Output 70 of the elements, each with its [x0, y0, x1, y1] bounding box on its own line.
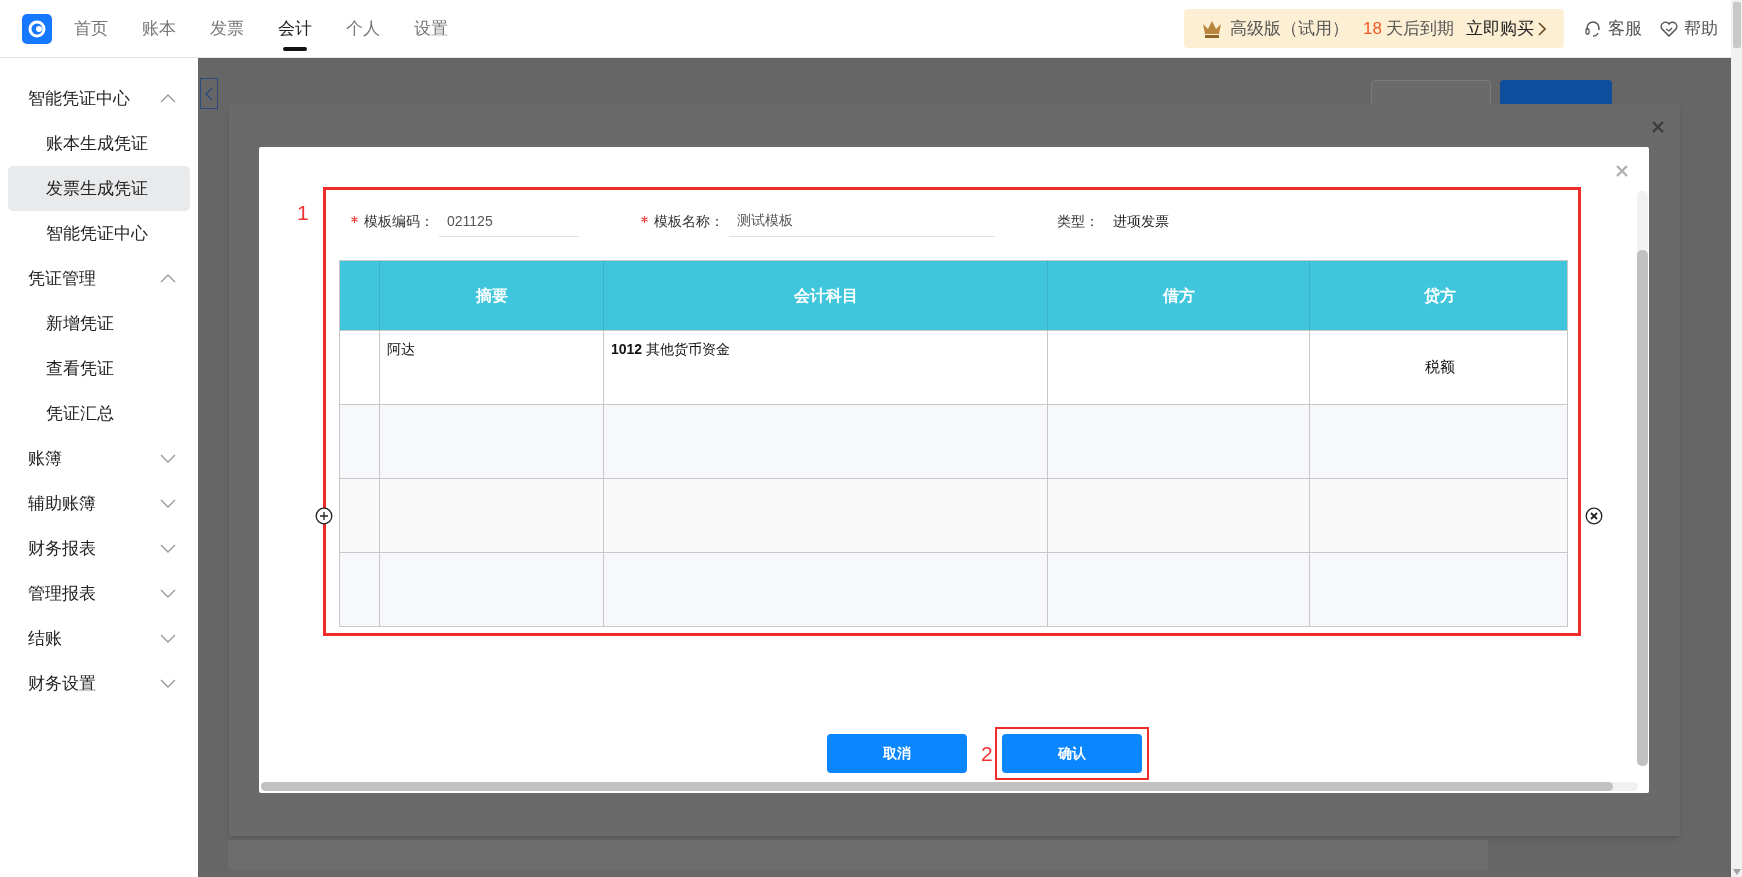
table-cell[interactable]: 1012 其他货币资金: [611, 339, 731, 360]
scroll-arrow-icon[interactable]: [1732, 869, 1741, 875]
edition-label: 高级版（试用）: [1230, 17, 1350, 40]
nav-tab[interactable]: 个人: [346, 0, 380, 58]
crown-icon: [1202, 19, 1223, 38]
chevron-right-icon: [1538, 21, 1546, 36]
chevron-down-icon: [160, 454, 176, 463]
annotation-number: 1: [297, 200, 309, 226]
sidebar-item[interactable]: 凭证汇总: [8, 391, 190, 436]
header-link[interactable]: 帮助: [1660, 15, 1718, 42]
chevron-down-icon: [160, 499, 176, 508]
collapse-tab[interactable]: [200, 78, 218, 109]
scrollbar[interactable]: [1731, 0, 1742, 877]
page-button[interactable]: [1500, 80, 1612, 104]
chevron-left-icon: [205, 86, 213, 101]
sidebar-group-label: 结账: [28, 627, 62, 650]
trial-banner[interactable]: 高级版（试用） 18 天后到期 立即购买: [1184, 9, 1564, 48]
nav-tab[interactable]: 首页: [74, 0, 108, 58]
close-icon[interactable]: [1615, 164, 1629, 178]
sidebar-group[interactable]: 账簿: [0, 436, 198, 481]
close-icon[interactable]: [1651, 120, 1665, 134]
dialog-button[interactable]: 取消: [827, 734, 967, 773]
app-logo[interactable]: [22, 13, 52, 44]
sidebar-group[interactable]: 管理报表: [0, 571, 198, 616]
table-cell[interactable]: 阿达: [387, 339, 415, 360]
field-value: 进项发票: [1113, 212, 1169, 231]
sidebar-group-label: 账簿: [28, 447, 62, 470]
table-cell[interactable]: 税额: [1424, 356, 1455, 379]
plus-circle-icon[interactable]: [315, 507, 333, 525]
sidebar-item[interactable]: 智能凭证中心: [8, 211, 190, 256]
sidebar-item[interactable]: 发票生成凭证: [8, 166, 190, 211]
header-link[interactable]: 客服: [1584, 15, 1642, 42]
chevron-down-icon: [160, 679, 176, 688]
sidebar-group-label: 财务报表: [28, 537, 96, 560]
heart-icon: [1660, 20, 1678, 37]
sidebar-group[interactable]: 辅助账簿: [0, 481, 198, 526]
column-header: 贷方: [1422, 285, 1457, 307]
chevron-up-icon: [160, 94, 176, 103]
field-label: 模板编码：: [364, 212, 434, 231]
sidebar-group-label: 辅助账簿: [28, 492, 96, 515]
sidebar-group-label: 智能凭证中心: [28, 87, 130, 110]
buy-now-link[interactable]: 立即购买: [1466, 15, 1534, 42]
close-circle-icon[interactable]: [1585, 507, 1603, 525]
chevron-up-icon: [160, 274, 176, 283]
sidebar-item[interactable]: 新增凭证: [8, 301, 190, 346]
sidebar-group[interactable]: 智能凭证中心: [0, 76, 198, 121]
sidebar-item[interactable]: 查看凭证: [8, 346, 190, 391]
days-count: 18: [1363, 17, 1382, 40]
nav-tab[interactable]: 账本: [142, 0, 176, 58]
sidebar-group-label: 管理报表: [28, 582, 96, 605]
chevron-down-icon: [160, 634, 176, 643]
sidebar-group[interactable]: 结账: [0, 616, 198, 661]
nav-tab[interactable]: 发票: [210, 0, 244, 58]
chevron-down-icon: [160, 544, 176, 553]
sidebar-group[interactable]: 财务设置: [0, 661, 198, 706]
sidebar-group-label: 财务设置: [28, 672, 96, 695]
dialog-button[interactable]: 确认: [1001, 734, 1142, 773]
expiry-text: 天后到期: [1386, 17, 1454, 40]
scrollbar-thumb[interactable]: [1732, 2, 1741, 48]
chevron-down-icon: [160, 589, 176, 598]
field-label: 类型：: [1057, 212, 1099, 231]
nav-tab[interactable]: 会计: [278, 0, 312, 58]
annotation-number: 2: [981, 740, 993, 767]
sidebar-group-label: 凭证管理: [28, 267, 96, 290]
field-label: 模板名称：: [654, 212, 724, 231]
nav-tab[interactable]: 设置: [414, 0, 448, 58]
sidebar-item[interactable]: 账本生成凭证: [8, 121, 190, 166]
headset-icon: [1584, 19, 1602, 38]
sidebar-group[interactable]: 凭证管理: [0, 256, 198, 301]
sidebar-group[interactable]: 财务报表: [0, 526, 198, 571]
